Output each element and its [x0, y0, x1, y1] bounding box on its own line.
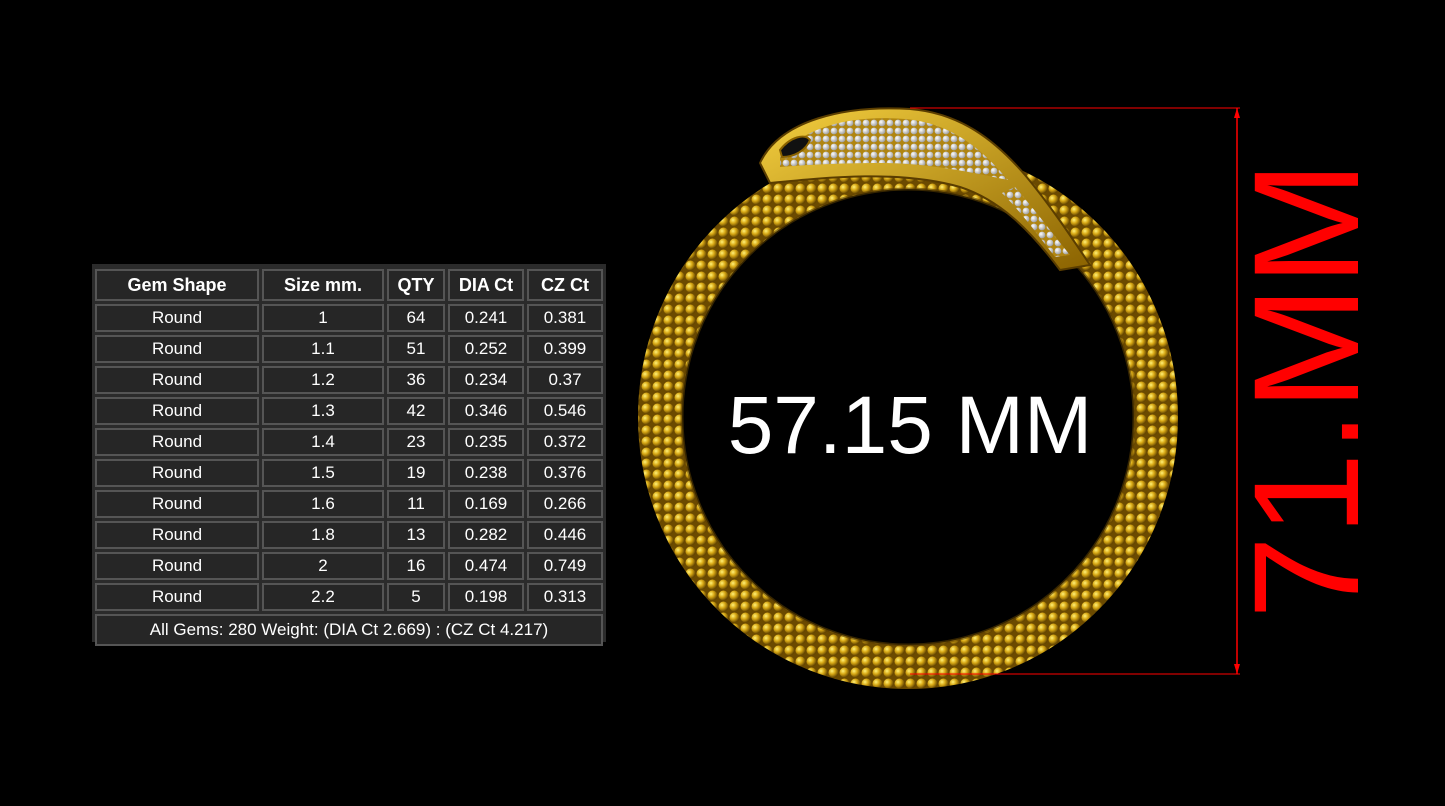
outer-height-label: 71.MM	[1222, 160, 1390, 620]
dimension-arrow-top	[1234, 108, 1240, 118]
inner-diameter-label: 57.15 MM	[727, 380, 1093, 471]
dimension-arrow-bottom	[1234, 664, 1240, 674]
